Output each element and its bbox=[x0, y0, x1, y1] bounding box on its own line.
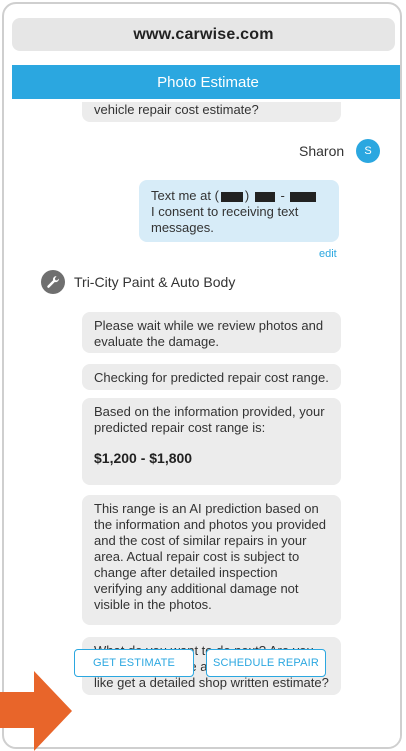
redacted-prefix bbox=[254, 191, 275, 202]
phone-frame: www.carwise.com Photo Estimate vehicle r… bbox=[2, 2, 402, 749]
app-header: Photo Estimate bbox=[12, 65, 400, 99]
shop-name: Tri-City Paint & Auto Body bbox=[74, 274, 236, 290]
redacted-area-code bbox=[220, 191, 243, 202]
user-message-line1: Text me at () - bbox=[151, 188, 327, 204]
shop-message: Please wait while we review photos and e… bbox=[82, 312, 341, 353]
shop-message: Checking for predicted repair cost range… bbox=[82, 364, 341, 390]
user-avatar: S bbox=[356, 139, 380, 163]
page-title: Photo Estimate bbox=[157, 73, 259, 91]
price-range: $1,200 - $1,800 bbox=[94, 450, 193, 466]
shop-message-disclaimer: This range is an AI prediction based on … bbox=[82, 495, 341, 625]
get-estimate-button[interactable]: GET ESTIMATE bbox=[74, 649, 194, 677]
user-message-line2: I consent to receiving text messages. bbox=[151, 204, 299, 235]
user-message: Text me at () - I consent to receiving t… bbox=[139, 180, 339, 242]
previous-message: vehicle repair cost estimate? bbox=[82, 102, 341, 122]
shop-avatar bbox=[41, 270, 65, 294]
edit-link[interactable]: edit bbox=[319, 248, 337, 260]
address-bar[interactable]: www.carwise.com bbox=[12, 18, 395, 51]
arrow-right-icon bbox=[0, 671, 72, 751]
wrench-icon bbox=[47, 276, 59, 288]
schedule-repair-button[interactable]: SCHEDULE REPAIR bbox=[206, 649, 326, 677]
user-name: Sharon bbox=[299, 143, 345, 159]
url-text: www.carwise.com bbox=[133, 25, 274, 43]
shop-message-estimate: Based on the information provided, your … bbox=[82, 398, 341, 485]
redacted-line bbox=[290, 191, 317, 202]
